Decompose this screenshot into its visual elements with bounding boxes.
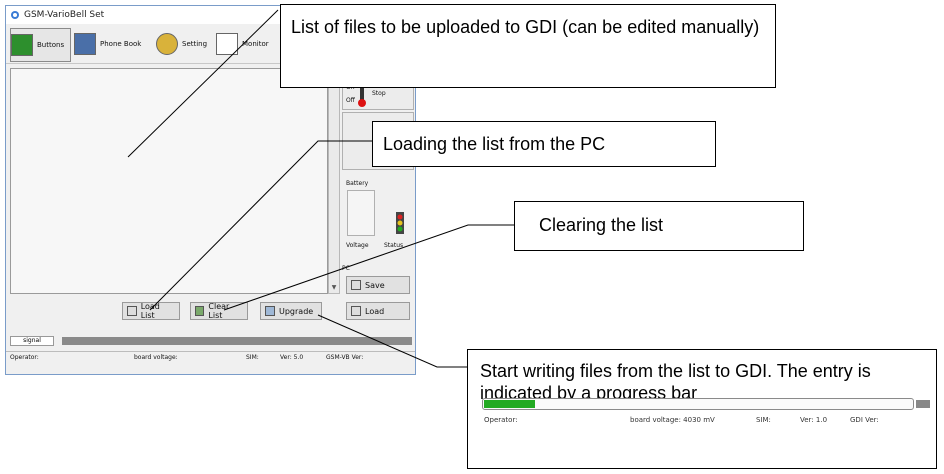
inset-progress-fill [484, 400, 535, 408]
callout-file-list-text: List of files to be uploaded to GDI (can… [291, 17, 760, 37]
inset-status-operator: Operator: [484, 416, 518, 424]
callout-loading-text: Loading the list from the PC [383, 134, 606, 154]
inset-status-bar: Operator: board voltage: 4030 mV SIM: Ve… [480, 414, 934, 428]
inset-status-board-voltage: board voltage: 4030 mV [630, 416, 715, 424]
leader-line-file-list [127, 9, 279, 158]
inset-progress-track [482, 398, 914, 410]
inset-status-sim: SIM: [756, 416, 771, 424]
callout-clearing-text: Clearing the list [539, 215, 664, 235]
inset-progress-end [916, 400, 930, 408]
inset-status-ver: Ver: 1.0 [800, 416, 828, 424]
callout-upgrade-text: Start writing files from the list to GDI… [480, 361, 871, 403]
callout-loading: Loading the list from the PC [372, 121, 716, 167]
leader-line-upgrade [317, 314, 467, 368]
callout-file-list: List of files to be uploaded to GDI (can… [280, 4, 776, 88]
leader-line-clear [223, 224, 514, 311]
inset-progress-bar [482, 398, 932, 410]
inset-status-gdi-ver: GDI Ver: [850, 416, 879, 424]
callout-clearing: Clearing the list [514, 201, 804, 251]
leader-line-load [149, 140, 372, 311]
